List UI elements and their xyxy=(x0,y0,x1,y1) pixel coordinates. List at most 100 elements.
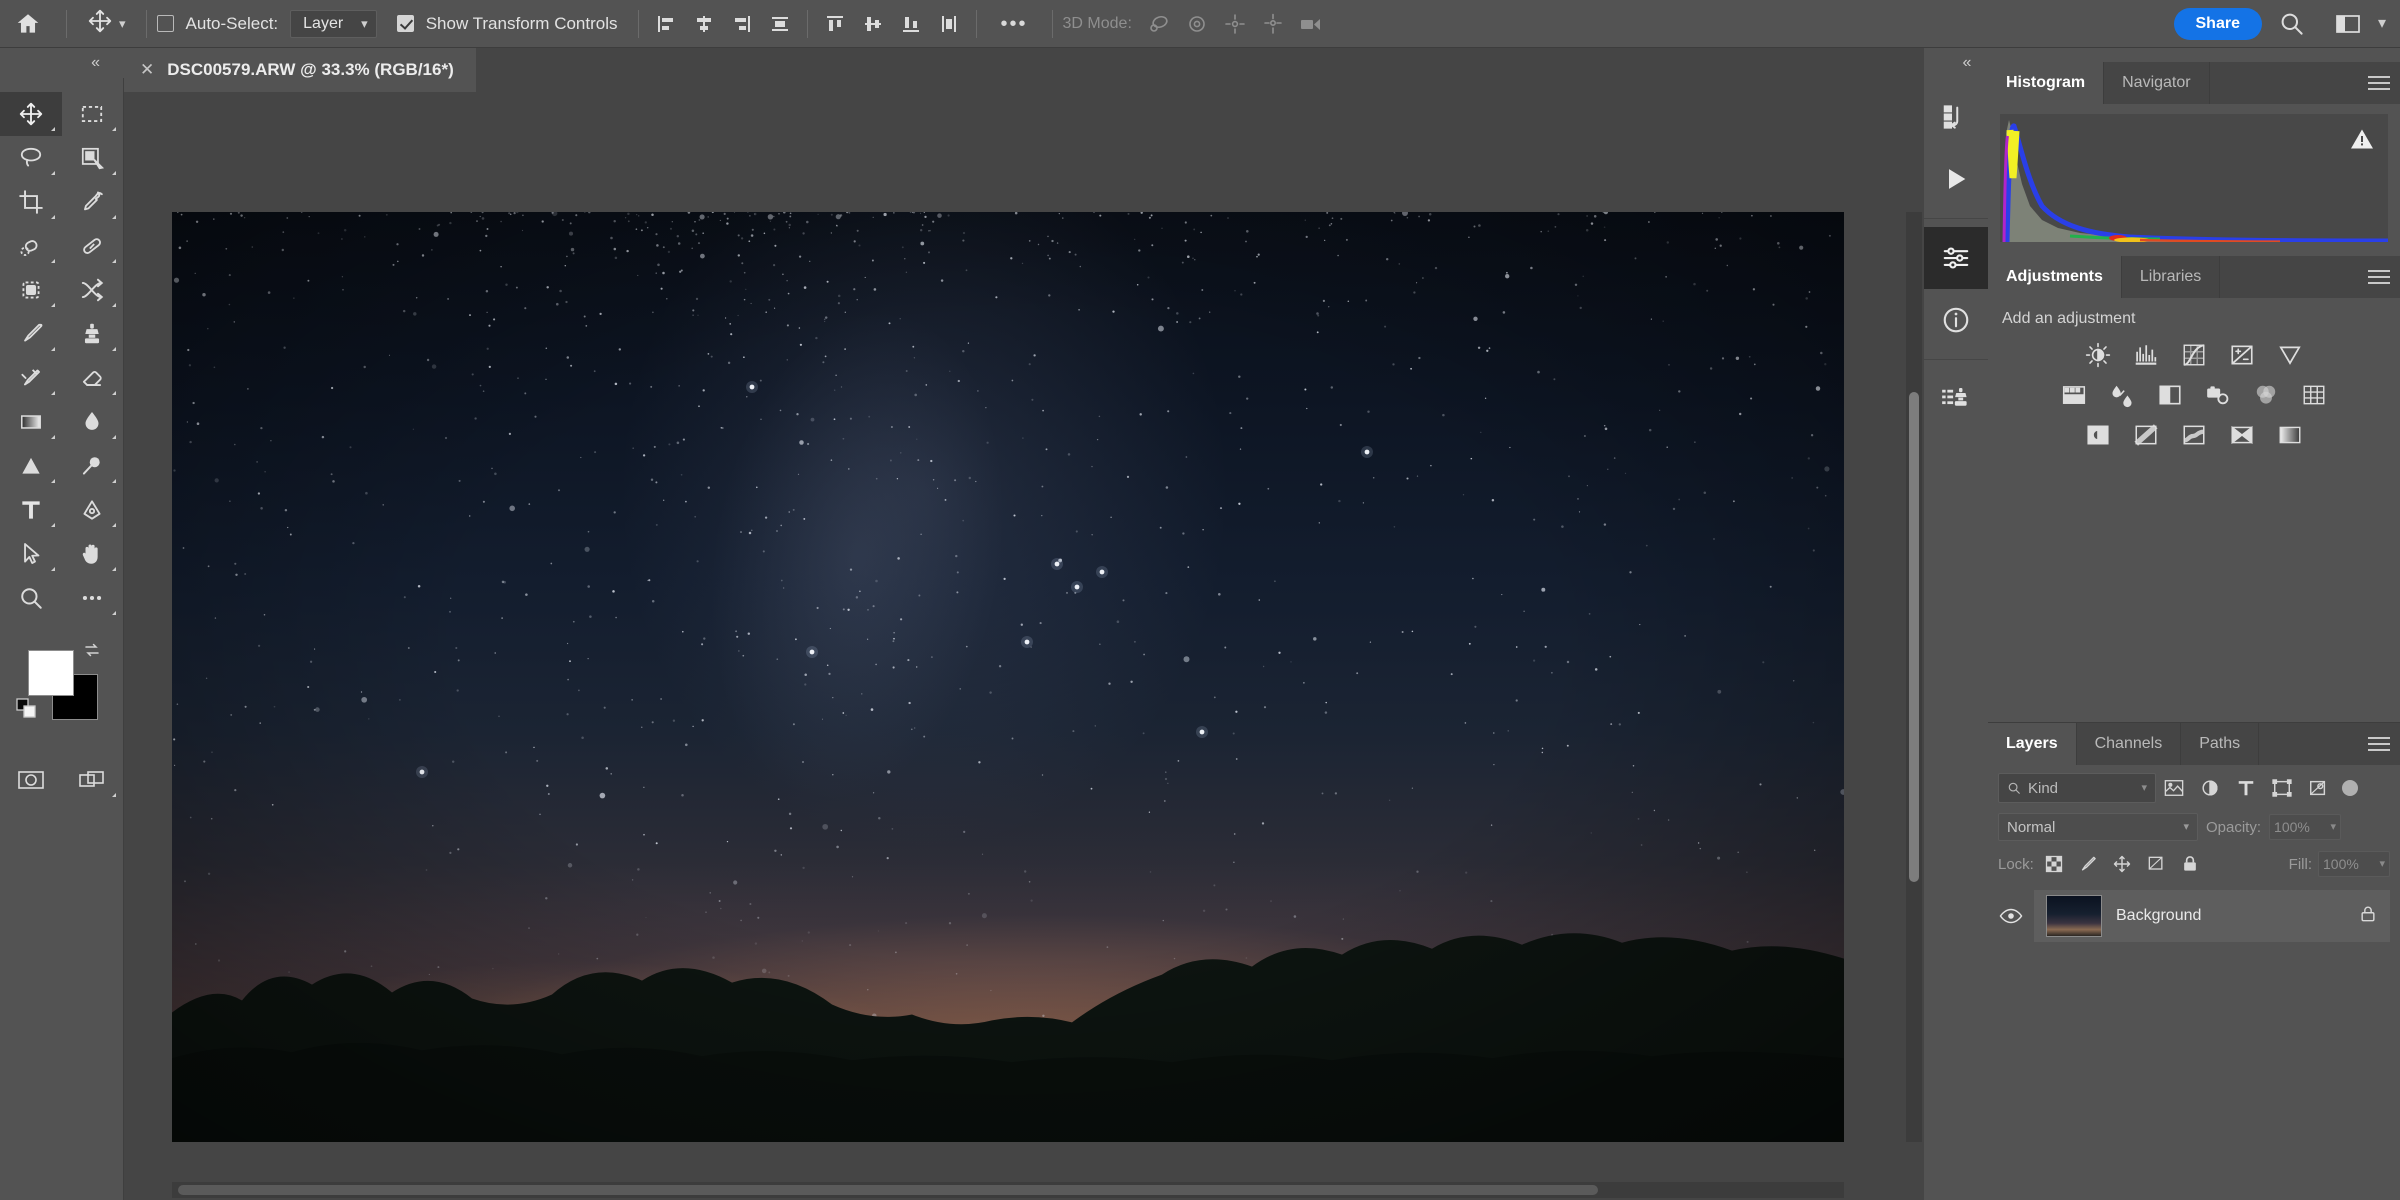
path-selection-tool[interactable] xyxy=(0,532,62,576)
fill-input[interactable]: 100% ▾ xyxy=(2318,851,2390,877)
blur-tool[interactable] xyxy=(62,400,124,444)
tool-preset-picker[interactable]: ▾ xyxy=(77,8,136,39)
panel-menu-icon[interactable] xyxy=(2368,723,2390,765)
document-canvas[interactable] xyxy=(172,212,1844,1142)
edit-toolbar-tool[interactable] xyxy=(62,576,124,620)
selective-color-icon[interactable] xyxy=(2225,420,2259,450)
layer-list-item[interactable]: Background xyxy=(1988,887,2400,945)
tab-libraries[interactable]: Libraries xyxy=(2122,256,2221,298)
lock-artboard-nesting-icon[interactable] xyxy=(2142,851,2170,877)
clone-source-icon[interactable] xyxy=(1924,368,1988,430)
show-transform-checkbox[interactable] xyxy=(396,15,414,32)
document-tab[interactable]: ✕ DSC00579.ARW @ 33.3% (RGB/16*) xyxy=(124,48,476,92)
history-brush-tool[interactable] xyxy=(0,356,62,400)
scale-3d-camera-icon[interactable] xyxy=(1294,7,1328,41)
filter-enable-toggle[interactable] xyxy=(2342,780,2358,796)
gradient-map-icon[interactable] xyxy=(2273,420,2307,450)
curves-icon[interactable] xyxy=(2177,340,2211,370)
panel-menu-icon[interactable] xyxy=(2368,256,2390,298)
object-selection-tool[interactable] xyxy=(62,136,124,180)
pen-tool[interactable] xyxy=(62,488,124,532)
close-icon[interactable]: ✕ xyxy=(140,60,154,80)
properties-sliders-icon[interactable] xyxy=(1924,227,1988,289)
color-lookup-icon[interactable] xyxy=(2297,380,2331,410)
vibrance-icon[interactable] xyxy=(2273,340,2307,370)
pan-3d-icon[interactable] xyxy=(1218,7,1252,41)
eyedropper-tool[interactable] xyxy=(62,180,124,224)
eye-icon[interactable] xyxy=(1998,907,2024,925)
align-left-edges-icon[interactable] xyxy=(649,7,683,41)
move-tool[interactable] xyxy=(0,92,62,136)
hand-tool[interactable] xyxy=(62,532,124,576)
dodge-tool[interactable] xyxy=(0,444,62,488)
hue-saturation-icon[interactable] xyxy=(2057,380,2091,410)
opacity-input[interactable]: 100% ▾ xyxy=(2269,814,2342,840)
share-button[interactable]: Share xyxy=(2173,7,2262,40)
lock-icon[interactable] xyxy=(2358,903,2378,930)
exposure-icon[interactable] xyxy=(2225,340,2259,370)
layer-thumbnail[interactable] xyxy=(2046,895,2102,937)
color-balance-icon[interactable] xyxy=(2105,380,2139,410)
distribute-vertically-icon[interactable] xyxy=(932,7,966,41)
roll-3d-icon[interactable] xyxy=(1180,7,1214,41)
filter-smart-object-icon[interactable] xyxy=(2300,773,2336,803)
brush-tool[interactable] xyxy=(0,312,62,356)
brightness-contrast-icon[interactable] xyxy=(2081,340,2115,370)
default-colors-icon[interactable] xyxy=(16,698,38,725)
slide-3d-icon[interactable] xyxy=(1256,7,1290,41)
search-icon[interactable] xyxy=(2266,2,2318,46)
home-icon[interactable] xyxy=(0,0,56,48)
panel-menu-icon[interactable] xyxy=(2368,62,2390,104)
crop-tool[interactable] xyxy=(0,180,62,224)
info-icon[interactable] xyxy=(1924,289,1988,351)
photo-filter-icon[interactable] xyxy=(2201,380,2235,410)
layer-chip[interactable]: Background xyxy=(2034,890,2390,942)
spot-healing-brush-tool[interactable] xyxy=(0,224,62,268)
history-icon[interactable] xyxy=(1924,86,1988,148)
orbit-3d-icon[interactable] xyxy=(1142,7,1176,41)
gradient-tool[interactable] xyxy=(0,400,62,444)
screen-mode-icon[interactable] xyxy=(62,758,124,802)
horizontal-scrollbar[interactable] xyxy=(172,1182,1844,1198)
lock-image-pixels-icon[interactable] xyxy=(2074,851,2102,877)
auto-select-checkbox[interactable] xyxy=(156,15,174,32)
histogram-graph[interactable] xyxy=(2000,114,2388,242)
tab-navigator[interactable]: Navigator xyxy=(2104,62,2210,104)
collapse-left-panel-button[interactable]: « xyxy=(4,48,122,78)
tab-paths[interactable]: Paths xyxy=(2181,723,2260,765)
threshold-icon[interactable] xyxy=(2177,420,2211,450)
filter-pixel-icon[interactable] xyxy=(2156,773,2192,803)
auto-select-dropdown[interactable]: Layer ▾ xyxy=(290,9,377,38)
actions-play-icon[interactable] xyxy=(1924,148,1988,210)
rectangular-marquee-tool[interactable] xyxy=(62,92,124,136)
more-options-icon[interactable]: ••• xyxy=(987,14,1042,34)
invert-icon[interactable] xyxy=(2081,420,2115,450)
align-vertical-centers-icon[interactable] xyxy=(856,7,890,41)
patch-tool[interactable] xyxy=(62,224,124,268)
tab-histogram[interactable]: Histogram xyxy=(1988,62,2105,104)
layer-filter-kind-dropdown[interactable]: Kind ▾ xyxy=(1998,773,2156,803)
align-right-edges-icon[interactable] xyxy=(725,7,759,41)
canvas-area[interactable] xyxy=(124,92,1924,1200)
remove-tool[interactable] xyxy=(0,268,62,312)
zoom-tool[interactable] xyxy=(0,576,62,620)
black-white-icon[interactable] xyxy=(2153,380,2187,410)
quick-mask-icon[interactable] xyxy=(0,758,62,802)
align-bottom-edges-icon[interactable] xyxy=(894,7,928,41)
distribute-horizontally-icon[interactable] xyxy=(763,7,797,41)
burn-tool[interactable] xyxy=(62,444,124,488)
filter-type-icon[interactable] xyxy=(2228,773,2264,803)
levels-icon[interactable] xyxy=(2129,340,2163,370)
blend-mode-dropdown[interactable]: Normal ▾ xyxy=(1998,813,2198,841)
posterize-icon[interactable] xyxy=(2129,420,2163,450)
filter-adjustment-icon[interactable] xyxy=(2192,773,2228,803)
clone-stamp-tool[interactable] xyxy=(62,312,124,356)
lasso-tool[interactable] xyxy=(0,136,62,180)
vertical-scrollbar-thumb[interactable] xyxy=(1909,392,1919,882)
lock-position-icon[interactable] xyxy=(2108,851,2136,877)
align-horizontal-centers-icon[interactable] xyxy=(687,7,721,41)
workspace-switcher-icon[interactable] xyxy=(2322,2,2374,46)
align-top-edges-icon[interactable] xyxy=(818,7,852,41)
cached-data-warning-icon[interactable] xyxy=(2350,128,2374,155)
swap-colors-icon[interactable] xyxy=(82,640,102,665)
